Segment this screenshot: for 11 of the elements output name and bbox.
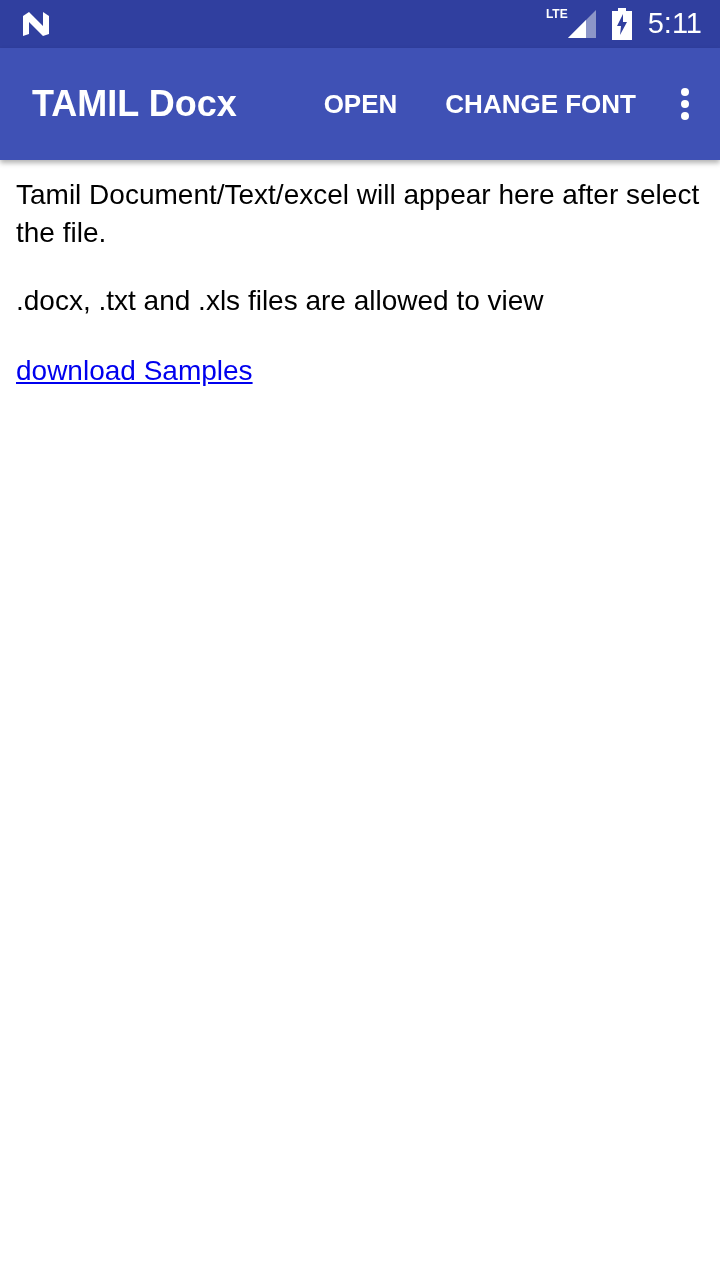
signal-icon: [567, 10, 596, 38]
action-button[interactable]: CHANGE FONT: [421, 84, 660, 124]
paragraph: .docx, .txt and .xls files are allowed to view: [16, 284, 545, 318]
battery-charging-icon: [611, 8, 632, 40]
download-link[interactable]: download Samples: [16, 355, 253, 386]
action-button[interactable]: OPEN: [299, 84, 422, 124]
clock: 5:11: [647, 6, 702, 42]
network-type: LTE: [545, 8, 568, 20]
app-title: TAMIL Docx: [32, 82, 237, 126]
paragraph: Tamil Document/Text/excel will appear here after select the file.: [16, 178, 701, 250]
notification-icon: [22, 12, 50, 36]
